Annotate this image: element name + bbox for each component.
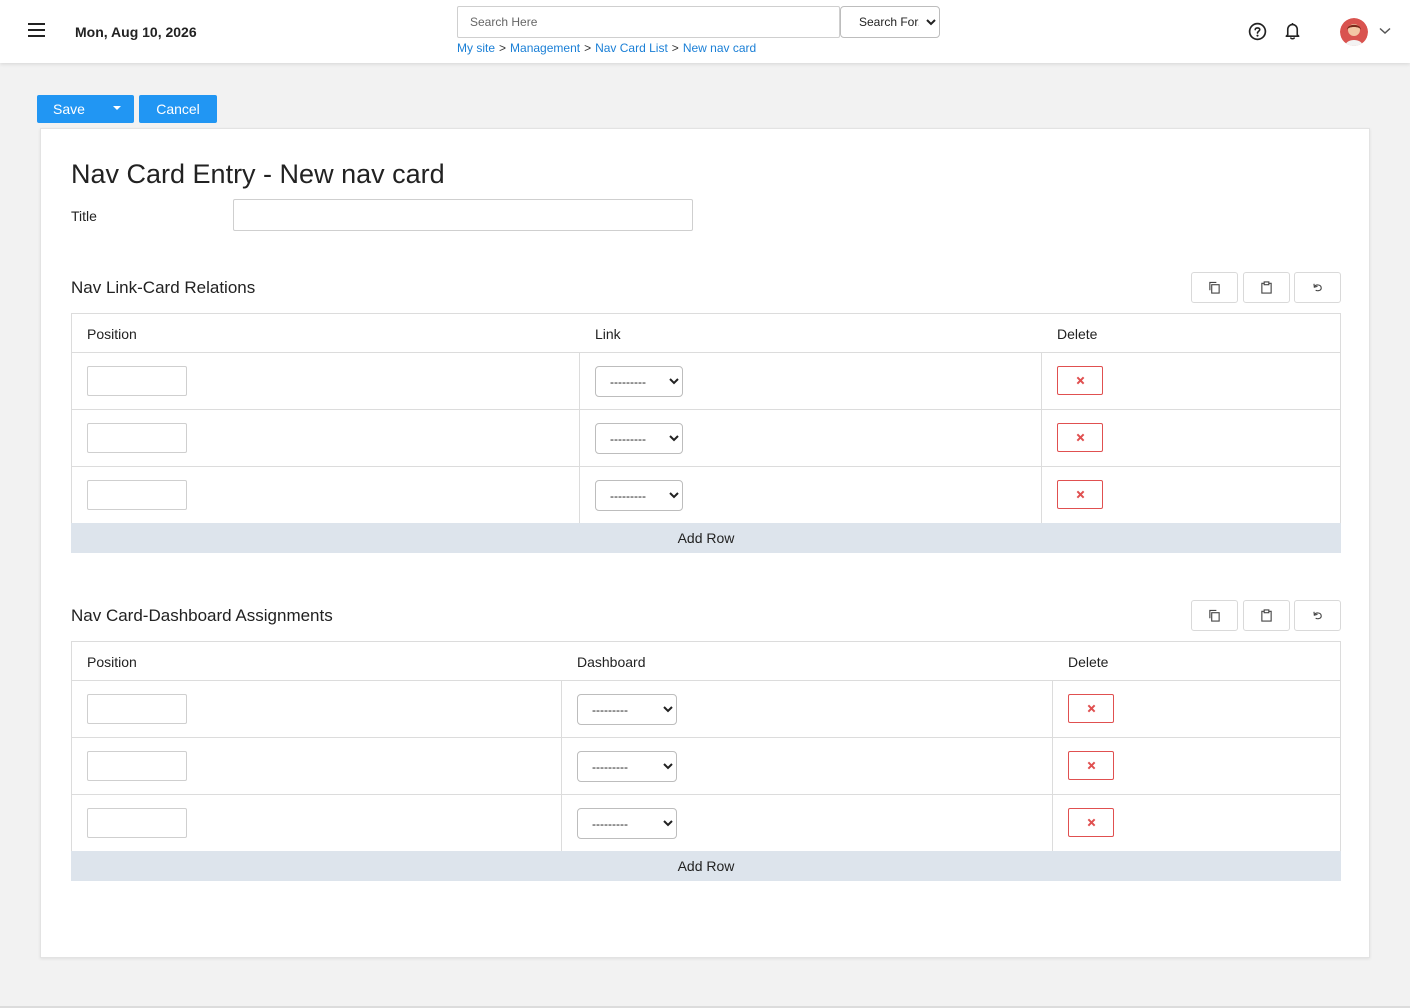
column-header-dashboard: Dashboard	[577, 654, 646, 670]
title-input[interactable]	[233, 199, 693, 231]
help-circle-icon[interactable]	[1248, 22, 1267, 41]
table-row: ---------	[72, 353, 1340, 410]
card-dashboard-assignments-table: Position Dashboard Delete --------- ----…	[71, 641, 1341, 853]
column-header-position: Position	[87, 326, 137, 342]
link-select[interactable]: ---------	[595, 366, 683, 397]
breadcrumb-nav-card-list[interactable]: Nav Card List	[595, 41, 668, 55]
copy-icon	[1209, 609, 1220, 622]
x-icon	[1087, 704, 1095, 713]
table-row: ---------	[72, 738, 1340, 795]
breadcrumb-separator: >	[499, 41, 507, 55]
section-title-link-card-relations: Nav Link-Card Relations	[71, 278, 256, 297]
save-button[interactable]: Save	[37, 95, 101, 123]
copy-button[interactable]	[1191, 272, 1238, 303]
link-card-relations-table: Position Link Delete --------- ---------	[71, 313, 1341, 525]
breadcrumb-separator: >	[584, 41, 592, 55]
undo-icon	[1313, 283, 1322, 292]
x-icon	[1076, 490, 1084, 499]
title-label: Title	[71, 208, 97, 224]
link-select[interactable]: ---------	[595, 480, 683, 511]
position-input[interactable]	[87, 694, 187, 724]
paste-button[interactable]	[1243, 272, 1290, 303]
delete-row-button[interactable]	[1057, 366, 1103, 395]
x-icon	[1076, 376, 1084, 385]
clipboard-icon	[1261, 609, 1272, 622]
position-input[interactable]	[87, 808, 187, 838]
table-header: Position Link Delete	[72, 314, 1340, 353]
copy-icon	[1209, 281, 1220, 294]
clipboard-icon	[1261, 281, 1272, 294]
delete-row-button[interactable]	[1068, 808, 1114, 837]
table-row: ---------	[72, 795, 1340, 852]
column-header-link: Link	[595, 326, 621, 342]
add-row-button[interactable]: Add Row	[71, 851, 1341, 881]
breadcrumb-my-site[interactable]: My site	[457, 41, 495, 55]
table-row: ---------	[72, 681, 1340, 738]
copy-button[interactable]	[1191, 600, 1238, 631]
link-select[interactable]: ---------	[595, 423, 683, 454]
delete-row-button[interactable]	[1057, 423, 1103, 452]
dashboard-select[interactable]: ---------	[577, 808, 677, 839]
cancel-button[interactable]: Cancel	[139, 95, 217, 123]
dashboard-select[interactable]: ---------	[577, 694, 677, 725]
page-title: Nav Card Entry - New nav card	[71, 159, 445, 189]
column-header-delete: Delete	[1068, 654, 1109, 670]
paste-button[interactable]	[1243, 600, 1290, 631]
position-input[interactable]	[87, 751, 187, 781]
column-header-position: Position	[87, 654, 137, 670]
undo-button[interactable]	[1294, 272, 1341, 303]
table-row: ---------	[72, 410, 1340, 467]
search-input[interactable]	[457, 6, 840, 38]
table-header: Position Dashboard Delete	[72, 642, 1340, 681]
position-input[interactable]	[87, 366, 187, 396]
delete-row-button[interactable]	[1068, 694, 1114, 723]
form-card: Nav Card Entry - New nav card Title Nav …	[40, 128, 1370, 958]
undo-icon	[1313, 611, 1322, 620]
x-icon	[1087, 761, 1095, 770]
table-row: ---------	[72, 467, 1340, 524]
avatar[interactable]	[1340, 18, 1368, 46]
position-input[interactable]	[87, 480, 187, 510]
add-row-button[interactable]: Add Row	[71, 523, 1341, 553]
top-bar: Mon, Aug 10, 2026 Search For... My site >…	[0, 0, 1410, 63]
search-for-select[interactable]: Search For...	[840, 6, 940, 38]
breadcrumb: My site > Management > Nav Card List > New nav…	[457, 41, 756, 55]
delete-row-button[interactable]	[1057, 480, 1103, 509]
undo-button[interactable]	[1294, 600, 1341, 631]
breadcrumb-separator: >	[671, 41, 679, 55]
hamburger-icon[interactable]	[28, 23, 45, 37]
breadcrumb-management[interactable]: Management	[510, 41, 580, 55]
position-input[interactable]	[87, 423, 187, 453]
dashboard-select[interactable]: ---------	[577, 751, 677, 782]
chevron-down-icon[interactable]	[1379, 27, 1391, 35]
delete-row-button[interactable]	[1068, 751, 1114, 780]
save-options-dropdown[interactable]	[101, 95, 134, 123]
x-icon	[1076, 433, 1084, 442]
x-icon	[1087, 818, 1095, 827]
section-title-card-dashboard-assignments: Nav Card-Dashboard Assignments	[71, 606, 333, 625]
bell-icon[interactable]	[1283, 21, 1302, 41]
column-header-delete: Delete	[1057, 326, 1098, 342]
current-date: Mon, Aug 10, 2026	[75, 24, 197, 40]
breadcrumb-new-nav-card[interactable]: New nav card	[683, 41, 756, 55]
